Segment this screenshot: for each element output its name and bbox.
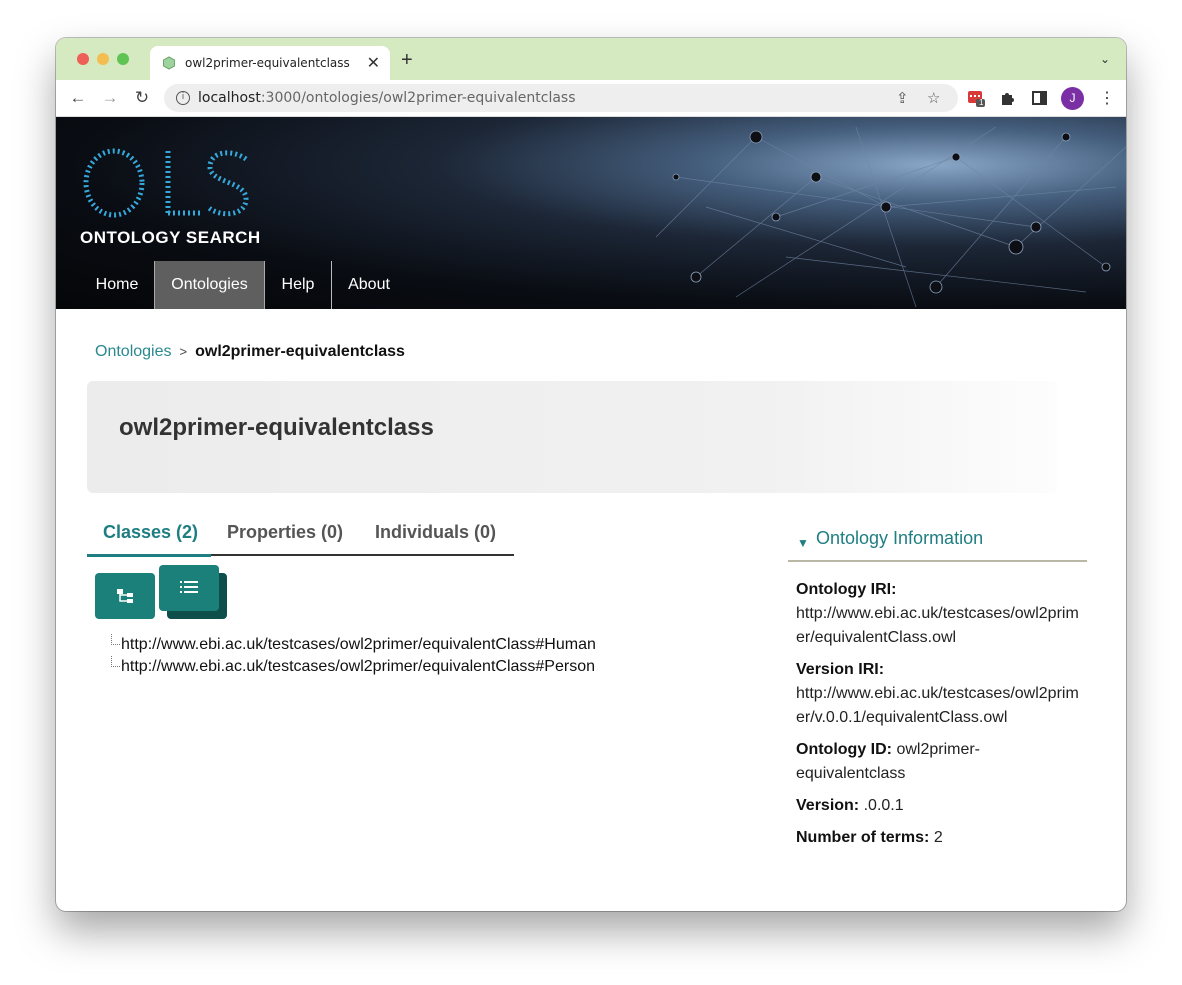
ols-favicon-icon (163, 56, 175, 70)
url-path: :3000/ontologies/owl2primer-equivalentcl… (260, 90, 576, 106)
extension-red-icon[interactable]: 1 (967, 89, 985, 107)
tree-connector (111, 656, 120, 667)
tab-bar: owl2primer-equivalentclass ✕ + ⌄ (56, 38, 1126, 80)
browser-window: owl2primer-equivalentclass ✕ + ⌄ ← → ↻ i… (56, 38, 1126, 911)
nav-home[interactable]: Home (80, 261, 154, 309)
side-panel-icon[interactable] (1031, 89, 1049, 107)
info-version-iri-label: Version IRI: (796, 661, 885, 678)
profile-avatar[interactable]: J (1061, 87, 1084, 110)
extensions-puzzle-icon[interactable] (999, 89, 1017, 107)
tab-search-icon[interactable]: ⌄ (1100, 52, 1110, 66)
tree-hierarchy-icon (117, 589, 133, 603)
info-terms-value: 2 (933, 829, 943, 846)
back-button[interactable]: ← (68, 88, 88, 108)
info-version: Version: .0.0.1 (796, 794, 1086, 818)
entity-tabs: Classes (2) Properties (0) Individuals (… (87, 514, 514, 557)
share-icon[interactable]: ⇪ (896, 89, 909, 107)
info-terms-label: Number of terms: (796, 829, 930, 846)
ontology-title-panel: owl2primer-equivalentclass (87, 381, 1057, 493)
nav-about[interactable]: About (332, 261, 406, 309)
tab-individuals[interactable]: Individuals (0) (375, 522, 496, 543)
nav-ontologies[interactable]: Ontologies (154, 261, 265, 309)
url-text[interactable]: localhost:3000/ontologies/owl2primer-equ… (198, 90, 576, 106)
ontology-info-panel: Ontology IRI: http://www.ebi.ac.uk/testc… (796, 578, 1086, 858)
caret-down-icon: ▼ (797, 536, 809, 550)
tree-node[interactable]: http://www.ebi.ac.uk/testcases/owl2prime… (111, 656, 596, 678)
info-iri-label: Ontology IRI: (796, 581, 897, 598)
info-iri: Ontology IRI: http://www.ebi.ac.uk/testc… (796, 578, 1086, 650)
class-tree: http://www.ebi.ac.uk/testcases/owl2prime… (111, 634, 596, 678)
info-version-iri-value: http://www.ebi.ac.uk/testcases/owl2prime… (796, 685, 1079, 726)
forward-button[interactable]: → (100, 88, 120, 108)
ols-logo-icon (83, 148, 249, 218)
url-host: localhost (198, 90, 261, 106)
tab-classes[interactable]: Classes (2) (103, 522, 198, 543)
nav-help[interactable]: Help (265, 261, 331, 309)
tree-node[interactable]: http://www.ebi.ac.uk/testcases/owl2prime… (111, 634, 596, 656)
reload-button[interactable]: ↻ (132, 88, 152, 108)
breadcrumb: Ontologies > owl2primer-equivalentclass (95, 343, 405, 361)
site-info-icon[interactable]: i (176, 91, 190, 105)
close-tab-icon[interactable]: ✕ (367, 53, 380, 73)
tree-connector (111, 634, 120, 645)
breadcrumb-separator: > (179, 344, 188, 359)
logo-wordmark: ONTOLOGY SEARCH (80, 228, 261, 247)
tree-node-label[interactable]: http://www.ebi.ac.uk/testcases/owl2prime… (121, 636, 596, 653)
new-tab-button[interactable]: + (401, 49, 413, 72)
ontology-info-heading: Ontology Information (816, 528, 984, 548)
minimize-window-button[interactable] (97, 53, 109, 65)
ontology-info-toggle[interactable]: ▼ Ontology Information (788, 527, 1087, 562)
tab-properties[interactable]: Properties (0) (227, 522, 343, 543)
info-iri-value: http://www.ebi.ac.uk/testcases/owl2prime… (796, 605, 1079, 646)
tree-view-button[interactable] (95, 573, 155, 619)
breadcrumb-current: owl2primer-equivalentclass (195, 343, 405, 360)
info-version-iri: Version IRI: http://www.ebi.ac.uk/testca… (796, 658, 1086, 730)
info-id: Ontology ID: owl2primer-equivalentclass (796, 738, 1086, 786)
info-terms: Number of terms: 2 (796, 826, 1086, 850)
site-header: ONTOLOGY SEARCH Home Ontologies Help Abo… (56, 117, 1126, 309)
info-version-label: Version: (796, 797, 860, 814)
browser-tab[interactable]: owl2primer-equivalentclass ✕ (150, 46, 390, 80)
browser-toolbar: ← → ↻ i localhost:3000/ontologies/owl2pr… (56, 80, 1126, 117)
tab-title: owl2primer-equivalentclass (185, 56, 350, 70)
list-view-button[interactable] (159, 565, 219, 611)
extension-badge: 1 (979, 98, 984, 107)
page-title: owl2primer-equivalentclass (119, 414, 434, 441)
tree-node-label[interactable]: http://www.ebi.ac.uk/testcases/owl2prime… (121, 658, 595, 675)
list-icon (180, 581, 198, 593)
breadcrumb-ontologies-link[interactable]: Ontologies (95, 343, 172, 360)
close-window-button[interactable] (77, 53, 89, 65)
info-version-value: .0.0.1 (863, 797, 904, 814)
address-bar[interactable]: i localhost:3000/ontologies/owl2primer-e… (164, 84, 958, 112)
info-id-label: Ontology ID: (796, 741, 892, 758)
bookmark-star-icon[interactable]: ☆ (927, 89, 940, 107)
browser-menu-icon[interactable]: ⋮ (1099, 88, 1115, 108)
active-tab-indicator (87, 554, 211, 557)
maximize-window-button[interactable] (117, 53, 129, 65)
